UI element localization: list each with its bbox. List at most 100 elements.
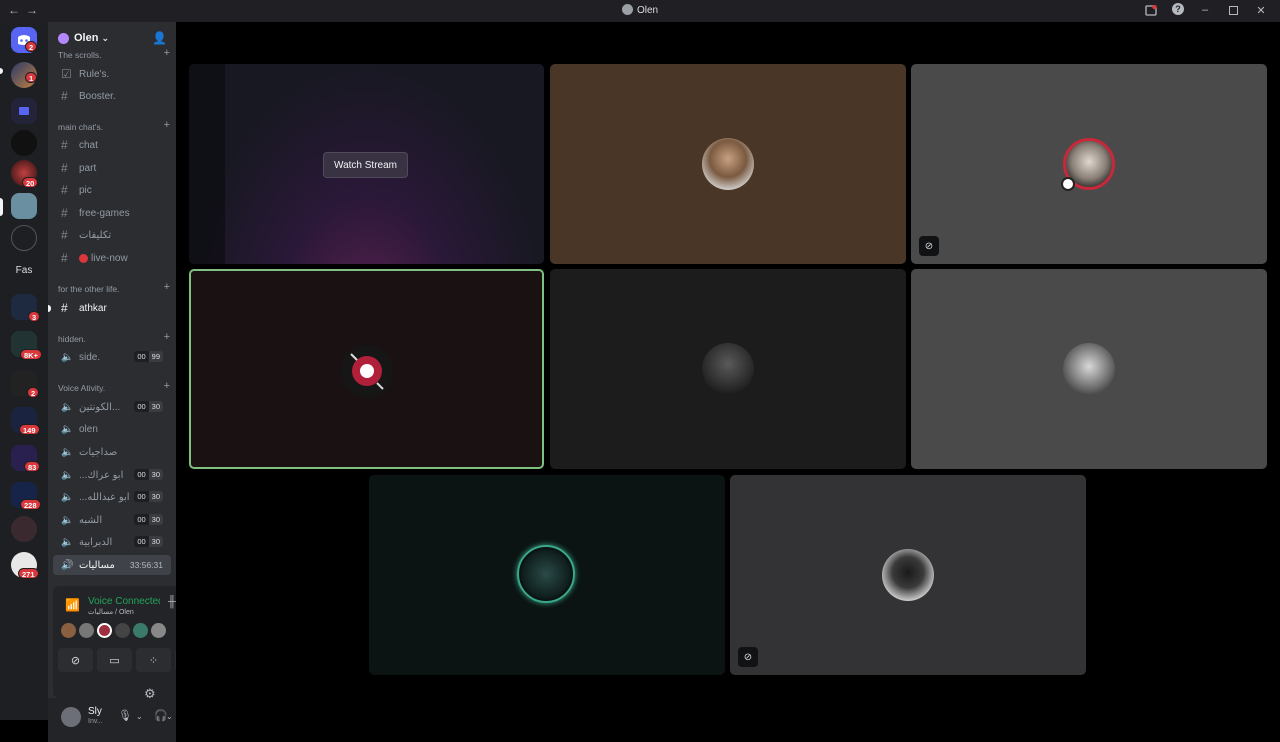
participant-tile[interactable] bbox=[550, 269, 906, 469]
channel-pic[interactable]: # pic bbox=[53, 180, 171, 200]
maximize-icon[interactable] bbox=[1226, 3, 1240, 17]
server-badge: 1 bbox=[25, 72, 38, 83]
server-icon[interactable] bbox=[11, 225, 37, 251]
channel-free-games[interactable]: # free-games bbox=[53, 203, 171, 223]
hash-icon: # bbox=[61, 138, 68, 152]
voice-participants bbox=[61, 623, 166, 638]
voice-channel[interactable]: 🔈 ...ابو عبدالله 00 30 bbox=[53, 487, 171, 507]
hash-icon: # bbox=[61, 183, 68, 197]
voice-channel[interactable]: 🔈 الشبه 00 30 bbox=[53, 510, 171, 530]
voice-timer: 33:56:31 bbox=[129, 560, 163, 570]
voice-channel-olen[interactable]: 🔈 olen bbox=[53, 419, 171, 439]
avatar[interactable] bbox=[79, 623, 94, 638]
plus-icon[interactable]: + bbox=[164, 331, 170, 344]
server-badge: 149 bbox=[19, 424, 40, 435]
participant-tile[interactable] bbox=[550, 64, 906, 264]
category-hidden[interactable]: hidden. + bbox=[58, 331, 170, 344]
voice-channel[interactable]: 🔈 صداجيات bbox=[53, 442, 171, 462]
server-icon[interactable] bbox=[11, 516, 37, 542]
user-limit: 00 30 bbox=[134, 469, 163, 480]
participant-tile[interactable] bbox=[911, 269, 1267, 469]
title-bar: ←→ Olen ? – ✕ bbox=[0, 0, 1280, 22]
settings-gear-icon[interactable]: ⚙ bbox=[144, 686, 156, 702]
channel-rules[interactable]: ☑ Rule's. bbox=[53, 64, 171, 84]
avatar[interactable] bbox=[61, 707, 81, 727]
hash-icon: # bbox=[61, 301, 68, 315]
user-limit: 00 30 bbox=[134, 514, 163, 525]
channel-chat[interactable]: # chat bbox=[53, 135, 171, 155]
voice-channel[interactable]: 🔈 ...ابو عراك 00 30 bbox=[53, 465, 171, 485]
add-user-icon[interactable]: 👤 bbox=[152, 31, 167, 45]
camera-off-icon: ⊘ bbox=[919, 236, 939, 256]
category-main[interactable]: main chat's. + bbox=[58, 119, 170, 132]
server-text-icon[interactable]: Fas bbox=[11, 265, 37, 276]
plus-icon[interactable]: + bbox=[164, 380, 170, 393]
voice-channel-active[interactable]: 🔊 مساليات 33:56:31 bbox=[53, 555, 171, 575]
camera-off-button[interactable]: ⊘ bbox=[58, 648, 93, 672]
microphone-icon[interactable]: 🎙 bbox=[118, 709, 132, 722]
server-list: 2 1 20 Fas 3 8K+ 2 149 83 228 271 bbox=[0, 22, 48, 720]
category-other-life[interactable]: for the other life. + bbox=[58, 281, 170, 294]
channel-live-now[interactable]: # live-now bbox=[53, 248, 171, 268]
avatar[interactable] bbox=[151, 623, 166, 638]
minimize-icon[interactable]: – bbox=[1198, 3, 1212, 17]
server-icon-selected[interactable] bbox=[11, 193, 37, 219]
username[interactable]: Sly bbox=[88, 706, 102, 717]
avatar[interactable] bbox=[115, 623, 130, 638]
hash-icon: # bbox=[61, 206, 68, 220]
speaker-icon: 🔈 bbox=[61, 446, 74, 458]
rules-icon: ☑ bbox=[61, 67, 72, 81]
avatar bbox=[1063, 343, 1115, 395]
signal-icon[interactable]: 📶 bbox=[65, 598, 80, 612]
participant-tile-speaking[interactable] bbox=[189, 269, 544, 469]
hash-icon: # bbox=[61, 89, 68, 103]
avatar bbox=[882, 549, 934, 601]
channel-part[interactable]: # part bbox=[53, 158, 171, 178]
camera-off-icon: ⊘ bbox=[738, 647, 758, 667]
speaker-icon: 🔈 bbox=[61, 491, 74, 503]
voice-channel[interactable]: 🔈 الدبرابية 00 30 bbox=[53, 532, 171, 552]
stream-tile[interactable]: Watch Stream bbox=[189, 64, 544, 264]
user-limit: 00 30 bbox=[134, 491, 163, 502]
server-badge: 2 bbox=[27, 387, 40, 398]
avatar[interactable] bbox=[61, 623, 76, 638]
participant-tile[interactable] bbox=[369, 475, 725, 675]
noise-suppression-icon[interactable]: ╫ bbox=[168, 596, 176, 608]
participant-tile[interactable]: ⊘ bbox=[911, 64, 1267, 264]
avatar[interactable] bbox=[97, 623, 112, 638]
unread-pill bbox=[0, 68, 3, 74]
avatar[interactable] bbox=[133, 623, 148, 638]
help-icon[interactable]: ? bbox=[1172, 3, 1184, 15]
channel-arabic[interactable]: # تكليفات bbox=[53, 225, 171, 245]
activities-button[interactable]: ⁘ bbox=[136, 648, 171, 672]
channel-sidebar: Olen ⌄ 👤 The scrolls. + ☑ Rule's. # Booster… bbox=[48, 22, 218, 742]
avatar bbox=[702, 343, 754, 395]
server-badge: 271 bbox=[18, 568, 39, 579]
voice-channel[interactable]: 🔈 الكونتين... 00 30 bbox=[53, 397, 171, 417]
folder-icon[interactable] bbox=[11, 98, 37, 124]
channel-athkar[interactable]: # athkar bbox=[48, 298, 171, 318]
voice-location[interactable]: مساليات / Olen bbox=[88, 608, 134, 616]
voice-status[interactable]: Voice Connected bbox=[88, 596, 160, 607]
hash-icon: # bbox=[61, 251, 68, 265]
stream-preview-panel bbox=[189, 64, 225, 264]
voice-channel-side[interactable]: 🔈 side. 00 99 bbox=[53, 347, 171, 367]
avatar bbox=[702, 138, 754, 190]
plus-icon[interactable]: + bbox=[164, 119, 170, 132]
speaker-icon: 🔈 bbox=[61, 536, 74, 548]
channel-booster[interactable]: # Booster. bbox=[53, 86, 171, 106]
plus-icon[interactable]: + bbox=[164, 47, 170, 60]
category-scrolls[interactable]: The scrolls. + bbox=[58, 47, 170, 60]
category-voice[interactable]: Voice Ativity. + bbox=[58, 380, 170, 393]
plus-icon[interactable]: + bbox=[164, 281, 170, 294]
inbox-icon[interactable] bbox=[1144, 3, 1158, 17]
live-dot-icon bbox=[79, 253, 88, 263]
user-limit: 00 30 bbox=[134, 401, 163, 412]
participant-tile[interactable]: ⊘ bbox=[730, 475, 1086, 675]
server-icon[interactable] bbox=[11, 130, 37, 156]
guild-name: Olen bbox=[74, 32, 99, 44]
close-icon[interactable]: ✕ bbox=[1254, 3, 1268, 17]
watch-stream-button[interactable]: Watch Stream bbox=[323, 152, 408, 178]
screen-share-button[interactable]: ▭ bbox=[97, 648, 132, 672]
user-status: Inv... bbox=[88, 718, 103, 725]
